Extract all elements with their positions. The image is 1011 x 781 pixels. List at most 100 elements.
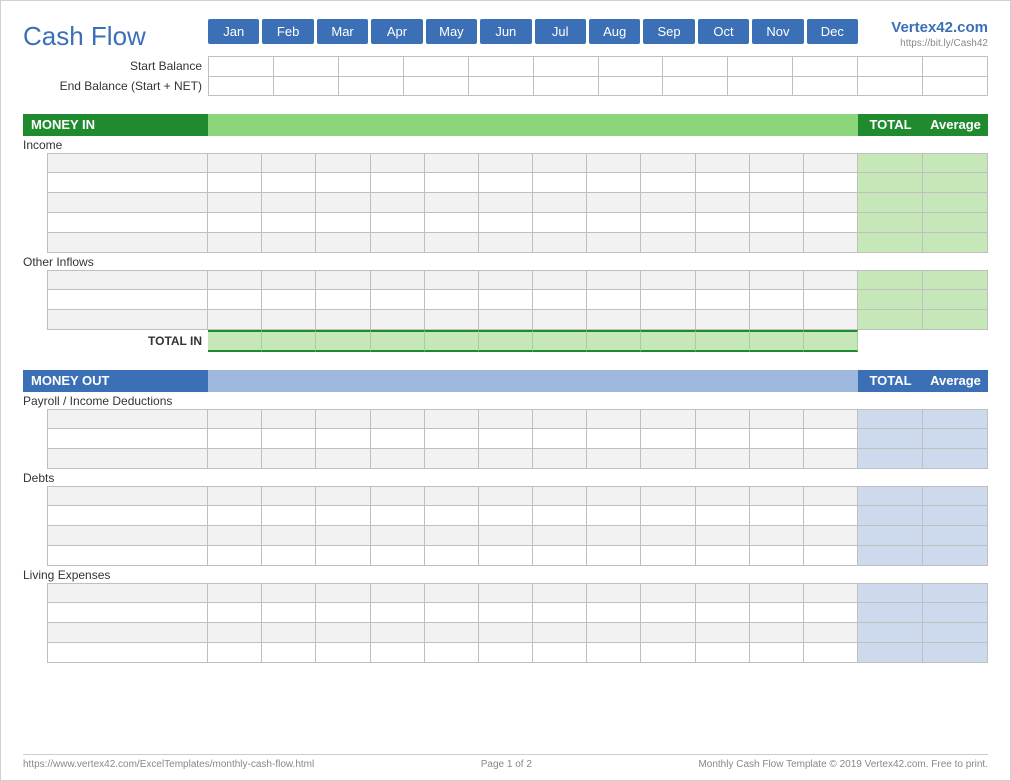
data-cell[interactable] (371, 603, 425, 623)
data-cell[interactable] (425, 270, 479, 290)
data-cell[interactable] (533, 643, 587, 663)
row-name-cell[interactable] (47, 213, 208, 233)
row-name-cell[interactable] (47, 409, 208, 429)
data-cell[interactable] (696, 583, 750, 603)
data-cell[interactable] (316, 290, 370, 310)
data-cell[interactable] (479, 270, 533, 290)
data-cell[interactable] (371, 449, 425, 469)
data-cell[interactable] (804, 213, 858, 233)
data-cell[interactable] (533, 603, 587, 623)
balance-cell[interactable] (208, 56, 274, 76)
data-cell[interactable] (533, 173, 587, 193)
row-name-cell[interactable] (47, 583, 208, 603)
data-cell[interactable] (641, 270, 695, 290)
data-cell[interactable] (371, 409, 425, 429)
data-cell[interactable] (696, 173, 750, 193)
month-button-sep[interactable]: Sep (643, 19, 694, 44)
data-cell[interactable] (750, 193, 804, 213)
data-cell[interactable] (479, 506, 533, 526)
row-name-cell[interactable] (47, 429, 208, 449)
data-cell[interactable] (750, 429, 804, 449)
balance-cell[interactable] (599, 56, 664, 76)
data-cell[interactable] (750, 603, 804, 623)
data-cell[interactable] (696, 153, 750, 173)
data-cell[interactable] (479, 290, 533, 310)
month-button-oct[interactable]: Oct (698, 19, 749, 44)
data-cell[interactable] (479, 583, 533, 603)
balance-cell[interactable] (663, 76, 728, 96)
data-cell[interactable] (208, 449, 262, 469)
data-cell[interactable] (316, 526, 370, 546)
data-cell[interactable] (479, 409, 533, 429)
data-cell[interactable] (750, 213, 804, 233)
month-button-may[interactable]: May (426, 19, 477, 44)
data-cell[interactable] (316, 193, 370, 213)
data-cell[interactable] (804, 173, 858, 193)
row-name-cell[interactable] (47, 153, 208, 173)
data-cell[interactable] (371, 546, 425, 566)
data-cell[interactable] (208, 310, 262, 330)
data-cell[interactable] (750, 623, 804, 643)
data-cell[interactable] (696, 506, 750, 526)
data-cell[interactable] (641, 213, 695, 233)
data-cell[interactable] (262, 506, 316, 526)
balance-cell[interactable] (404, 76, 469, 96)
data-cell[interactable] (587, 153, 641, 173)
row-name-cell[interactable] (47, 270, 208, 290)
data-cell[interactable] (804, 409, 858, 429)
data-cell[interactable] (316, 583, 370, 603)
month-button-jan[interactable]: Jan (208, 19, 259, 44)
data-cell[interactable] (533, 623, 587, 643)
data-cell[interactable] (262, 213, 316, 233)
data-cell[interactable] (425, 213, 479, 233)
data-cell[interactable] (262, 409, 316, 429)
data-cell[interactable] (804, 623, 858, 643)
balance-cell[interactable] (663, 56, 728, 76)
data-cell[interactable] (641, 546, 695, 566)
data-cell[interactable] (316, 623, 370, 643)
data-cell[interactable] (262, 643, 316, 663)
data-cell[interactable] (587, 310, 641, 330)
row-name-cell[interactable] (47, 290, 208, 310)
data-cell[interactable] (533, 449, 587, 469)
data-cell[interactable] (641, 233, 695, 253)
data-cell[interactable] (316, 429, 370, 449)
data-cell[interactable] (479, 486, 533, 506)
data-cell[interactable] (587, 290, 641, 310)
data-cell[interactable] (587, 173, 641, 193)
data-cell[interactable] (533, 213, 587, 233)
month-button-aug[interactable]: Aug (589, 19, 640, 44)
data-cell[interactable] (316, 506, 370, 526)
month-button-feb[interactable]: Feb (262, 19, 313, 44)
row-name-cell[interactable] (47, 310, 208, 330)
data-cell[interactable] (804, 270, 858, 290)
row-name-cell[interactable] (47, 193, 208, 213)
data-cell[interactable] (533, 193, 587, 213)
data-cell[interactable] (641, 623, 695, 643)
data-cell[interactable] (425, 429, 479, 449)
data-cell[interactable] (208, 290, 262, 310)
data-cell[interactable] (479, 643, 533, 663)
data-cell[interactable] (641, 583, 695, 603)
data-cell[interactable] (533, 546, 587, 566)
data-cell[interactable] (696, 546, 750, 566)
data-cell[interactable] (641, 290, 695, 310)
balance-cell[interactable] (339, 76, 404, 96)
data-cell[interactable] (479, 603, 533, 623)
data-cell[interactable] (262, 310, 316, 330)
balance-cell[interactable] (793, 56, 858, 76)
data-cell[interactable] (371, 310, 425, 330)
data-cell[interactable] (804, 153, 858, 173)
data-cell[interactable] (316, 310, 370, 330)
data-cell[interactable] (641, 310, 695, 330)
data-cell[interactable] (641, 506, 695, 526)
data-cell[interactable] (804, 546, 858, 566)
balance-cell[interactable] (858, 76, 923, 96)
row-name-cell[interactable] (47, 623, 208, 643)
data-cell[interactable] (208, 506, 262, 526)
data-cell[interactable] (696, 603, 750, 623)
month-button-apr[interactable]: Apr (371, 19, 422, 44)
row-name-cell[interactable] (47, 546, 208, 566)
data-cell[interactable] (533, 486, 587, 506)
data-cell[interactable] (533, 583, 587, 603)
